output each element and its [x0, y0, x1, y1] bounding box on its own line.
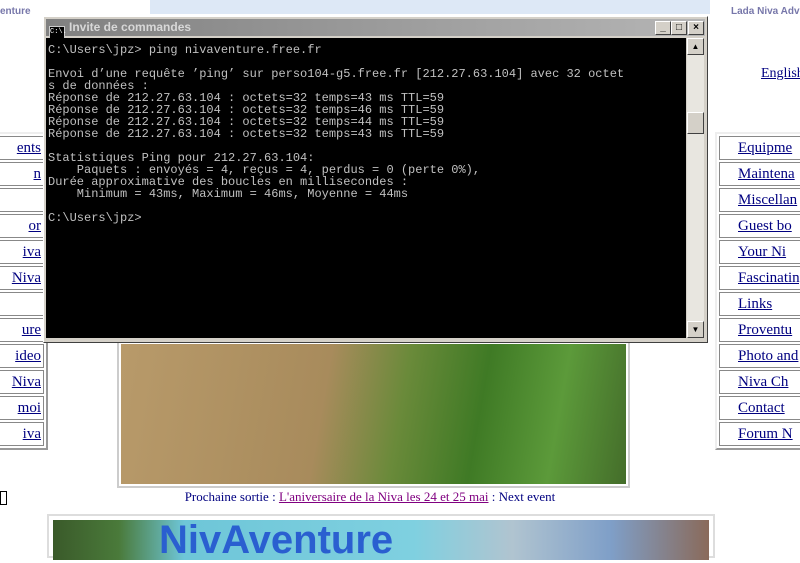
- left-nav-item[interactable]: Niva: [0, 370, 44, 394]
- left-nav-item[interactable]: iva: [0, 422, 44, 446]
- english-link[interactable]: English: [761, 66, 800, 82]
- left-nav-item[interactable]: n: [0, 162, 44, 186]
- right-nav-item[interactable]: Proventu: [719, 318, 800, 342]
- left-nav-item[interactable]: moi: [0, 396, 44, 420]
- next-event-prefix: Prochaine sortie :: [184, 489, 279, 504]
- scroll-down-arrow-icon[interactable]: ▼: [687, 321, 704, 338]
- right-nav-item[interactable]: Photo and: [719, 344, 800, 368]
- left-nav-item[interactable]: ure: [0, 318, 44, 342]
- vertical-scrollbar[interactable]: ▲ ▼: [687, 38, 704, 338]
- console-line: C:\Users\jpz> ping nivaventure.free.fr: [48, 43, 322, 57]
- next-event-suffix: : Next event: [488, 489, 556, 504]
- right-nav-item[interactable]: Guest bo: [719, 214, 800, 238]
- banner-logo: NivAventure: [159, 518, 394, 562]
- maximize-button[interactable]: □: [671, 21, 687, 35]
- site-title-right: Lada Niva Adv: [731, 6, 800, 17]
- next-event-link[interactable]: L'aniversaire de la Niva les 24 et 25 ma…: [279, 489, 489, 504]
- title-bar[interactable]: C:\. Invite de commandes _ □ ×: [46, 19, 705, 39]
- right-nav-item[interactable]: Your Ni: [719, 240, 800, 264]
- command-prompt-window: C:\. Invite de commandes _ □ × C:\Users\j…: [43, 16, 708, 343]
- left-nav: ents n or iva Niva ure ideo Niva moi iva: [0, 132, 48, 450]
- scroll-up-arrow-icon[interactable]: ▲: [687, 38, 704, 55]
- right-nav-item[interactable]: Equipme: [719, 136, 800, 160]
- console-output[interactable]: C:\Users\jpz> ping nivaventure.free.fr En…: [46, 38, 686, 338]
- right-nav-item[interactable]: Maintena: [719, 162, 800, 186]
- window-title: Invite de commandes: [69, 20, 192, 34]
- left-nav-item[interactable]: ents: [0, 136, 44, 160]
- photo-image: [121, 344, 626, 484]
- right-nav-item[interactable]: Contact: [719, 396, 800, 420]
- next-event: Prochaine sortie : L'aniversaire de la N…: [0, 489, 740, 505]
- right-nav: Equipme Maintena Miscellan Guest bo Your Ni F…: [715, 132, 800, 450]
- left-nav-item[interactable]: Niva: [0, 266, 44, 290]
- minimize-button[interactable]: _: [655, 21, 671, 35]
- right-nav-item[interactable]: Fascinating: [719, 266, 800, 290]
- right-nav-item[interactable]: Miscellan: [719, 188, 800, 212]
- right-nav-item[interactable]: Links: [719, 292, 800, 316]
- right-nav-item[interactable]: Niva Ch: [719, 370, 800, 394]
- banner: NivAventure: [47, 514, 715, 562]
- close-button[interactable]: ×: [688, 21, 704, 35]
- console-line: Minimum = 43ms, Maximum = 46ms, Moyenne …: [48, 187, 409, 201]
- left-nav-item[interactable]: iva: [0, 240, 44, 264]
- console-line: Réponse de 212.27.63.104 : octets=32 tem…: [48, 127, 445, 141]
- left-nav-item[interactable]: ideo: [0, 344, 44, 368]
- site-title-left: enture: [0, 6, 31, 17]
- right-nav-item[interactable]: Forum N: [719, 422, 800, 446]
- left-nav-item[interactable]: [0, 188, 44, 212]
- photo-frame: [117, 340, 630, 488]
- left-nav-item[interactable]: [0, 292, 44, 316]
- console-line: C:\Users\jpz>: [48, 211, 142, 225]
- left-nav-item[interactable]: or: [0, 214, 44, 238]
- scroll-thumb[interactable]: [687, 112, 704, 134]
- browser-top-strip: [150, 0, 710, 14]
